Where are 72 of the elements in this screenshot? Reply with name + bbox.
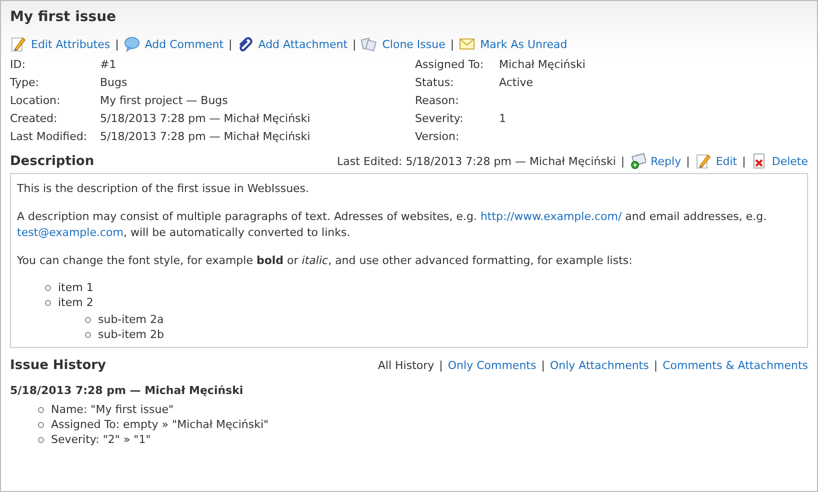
separator: | xyxy=(620,154,625,168)
toolbar-link[interactable]: Add Attachment xyxy=(258,38,348,50)
separator: | xyxy=(352,38,356,50)
separator: | xyxy=(742,154,746,168)
history-entry-header: 5/18/2013 7:28 pm — Michał Męciński xyxy=(10,384,244,397)
toolbar-link[interactable]: Edit Attributes xyxy=(31,38,110,50)
description-paragraph: This is the description of the first issue in WebIssues. xyxy=(17,181,310,197)
separator: | xyxy=(115,38,119,50)
filter-link[interactable]: Only Attachments xyxy=(550,359,649,372)
separator: | xyxy=(228,38,232,50)
envelope-icon xyxy=(630,153,646,169)
envelope-icon xyxy=(459,36,476,52)
bullet-icon xyxy=(38,436,44,442)
field-value: 5/18/2013 7:28 pm — Michał Męciński xyxy=(100,112,312,125)
change-item: Severity: "2" » "1" xyxy=(51,433,151,446)
field-label: Severity: xyxy=(415,112,464,125)
field-value: Bugs xyxy=(100,76,128,89)
last-edited-text: Last Edited: 5/18/2013 7:28 pm — Michał Męciński xyxy=(337,154,616,168)
field-label: Created: xyxy=(10,112,58,125)
bullet-icon xyxy=(85,316,91,322)
field-label: Status: xyxy=(415,76,455,89)
field-label: ID: xyxy=(10,58,26,71)
speech-bubble-icon xyxy=(124,36,140,52)
filter-link[interactable]: Only Comments xyxy=(448,359,536,372)
section-heading: Issue History xyxy=(10,358,106,373)
list-item: item 1 xyxy=(58,281,94,294)
separator: | xyxy=(450,38,454,50)
bullet-icon xyxy=(45,284,51,290)
section-heading: Description xyxy=(10,154,94,168)
change-item: Name: "My first issue" xyxy=(51,403,174,416)
field-value: #1 xyxy=(100,58,118,71)
link[interactable]: http://www.example.com/ xyxy=(480,210,622,223)
bullet-icon xyxy=(45,300,51,306)
toolbar-link[interactable]: Mark As Unread xyxy=(480,38,568,50)
list-item: sub-item 2a xyxy=(98,313,164,326)
pencil-page-icon xyxy=(10,36,26,52)
separator: | xyxy=(439,359,443,372)
description-paragraph: You can change the font style, for example bold or italic, and use other advanced formatting, for example lists: xyxy=(17,253,634,269)
action-link[interactable]: Edit xyxy=(716,154,738,168)
separator: | xyxy=(654,359,658,372)
list-item: sub-item 2b xyxy=(98,328,164,341)
bullet-icon xyxy=(38,406,44,412)
bullet-icon xyxy=(38,422,44,428)
delete-page-icon xyxy=(750,153,767,169)
list-item: item 2 xyxy=(58,296,94,309)
change-item: Assigned To: empty » "Michał Męciński" xyxy=(51,418,269,431)
action-link[interactable]: Delete xyxy=(772,154,808,168)
filter-link[interactable]: Comments & Attachments xyxy=(662,359,808,372)
field-label: Last Modified: xyxy=(10,130,88,143)
toolbar-link[interactable]: Add Comment xyxy=(144,38,224,50)
action-link[interactable]: Reply xyxy=(650,154,682,168)
separator: | xyxy=(686,154,690,168)
issue-title: My first issue xyxy=(10,9,118,25)
filter-link[interactable]: All History xyxy=(378,359,434,372)
description-paragraph: A description may consist of multiple paragraphs of text. Adresses of websites, e.g. http://www.example.com/ and email addresses, e.g. test@example.com, will be automatically converted to links. xyxy=(17,209,768,241)
link[interactable]: test@example.com xyxy=(17,226,124,239)
toolbar-link[interactable]: Clone Issue xyxy=(382,38,446,50)
field-label: Type: xyxy=(10,76,40,89)
field-value: My first project — Bugs xyxy=(100,94,229,107)
field-label: Version: xyxy=(415,130,460,143)
separator: | xyxy=(541,359,545,372)
field-label: Reason: xyxy=(415,94,460,107)
field-value: 5/18/2013 7:28 pm — Michał Męciński xyxy=(100,130,312,143)
paperclip-icon xyxy=(237,36,254,52)
field-label: Location: xyxy=(10,94,62,107)
documents-icon xyxy=(361,36,378,52)
field-label: Assigned To: xyxy=(415,58,485,71)
bullet-icon xyxy=(85,332,91,338)
field-value: Michał Męciński xyxy=(499,58,586,71)
field-value: Active xyxy=(499,76,534,89)
field-value: 1 xyxy=(499,112,507,125)
pencil-page-icon xyxy=(694,153,711,169)
